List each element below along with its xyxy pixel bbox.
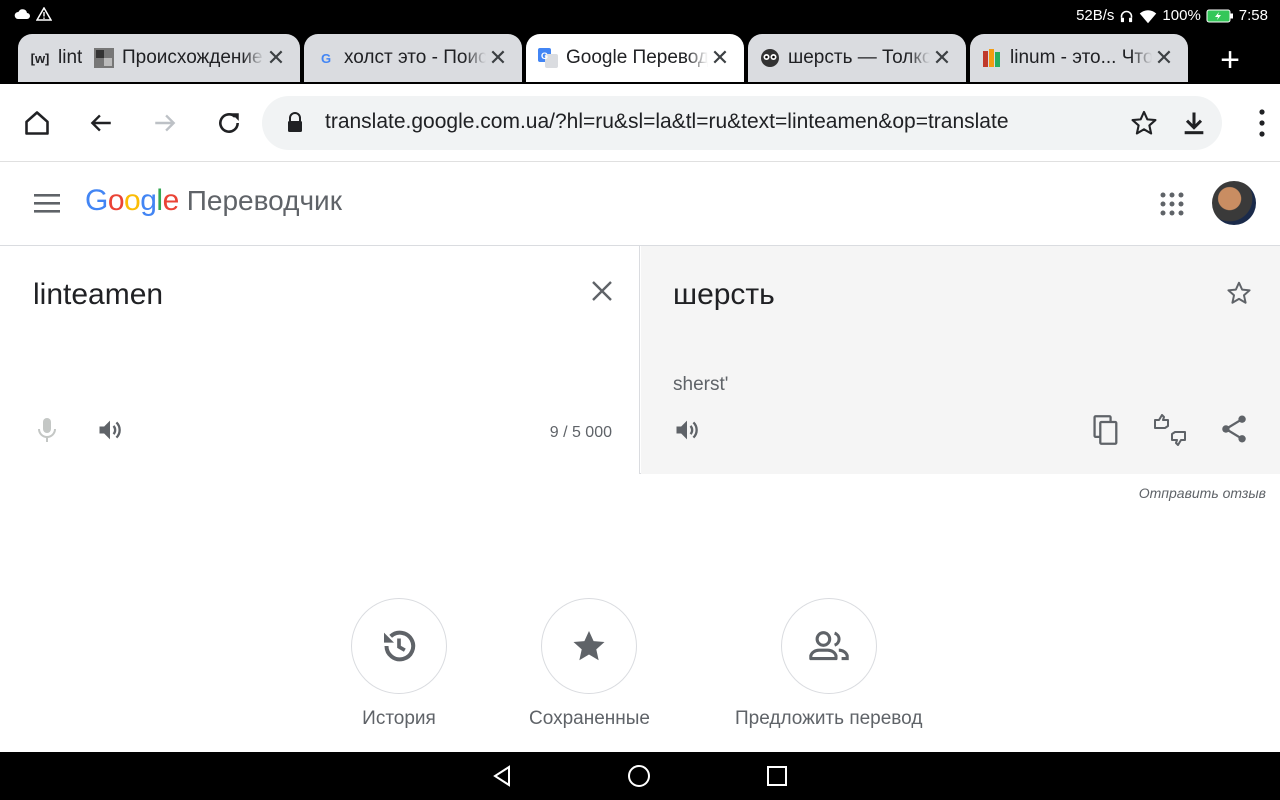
target-panel: шерсть sherst' [641, 246, 1280, 474]
tab-6[interactable]: linum - это... Что ✕ [970, 34, 1188, 82]
suggest-translation-button[interactable] [780, 598, 877, 694]
headphones-icon [1121, 10, 1133, 22]
owl-favicon-icon [760, 48, 780, 68]
close-tab-icon[interactable]: ✕ [264, 45, 288, 71]
status-left [14, 7, 52, 21]
tab-title: Google Переводчик [566, 47, 708, 68]
send-feedback-link[interactable]: Отправить отзыв [1139, 485, 1266, 501]
reload-button[interactable] [209, 103, 249, 143]
bookmark-star-icon[interactable] [1130, 109, 1158, 137]
tab-2[interactable]: Происхождение ✕ [82, 34, 300, 82]
close-tab-icon[interactable]: ✕ [708, 45, 732, 71]
app-header: Google Переводчик [0, 162, 1280, 246]
source-text-input[interactable]: linteamen [33, 278, 163, 312]
saved-label: Сохраненные [529, 708, 650, 729]
source-panel: linteamen 9 / 5 000 [0, 246, 640, 474]
history-shortcut[interactable]: История [351, 598, 447, 730]
tab-title: Происхождение [122, 47, 263, 68]
svg-text:G: G [541, 51, 548, 61]
tab-title: холст это - Поиск [344, 47, 486, 68]
warning-icon [36, 7, 52, 21]
more-menu-icon[interactable] [1258, 104, 1266, 142]
account-avatar[interactable] [1212, 181, 1256, 225]
net-speed: 52B/s [1076, 7, 1115, 24]
status-bar: 52B/s 100% 7:58 [0, 0, 1280, 32]
wiki-favicon-icon: [w] [30, 50, 50, 66]
forward-button[interactable] [145, 103, 185, 143]
home-button[interactable] [17, 103, 57, 143]
clear-source-icon[interactable] [591, 280, 613, 302]
suggest-translation-shortcut[interactable]: Предложить перевод [735, 598, 922, 730]
back-arrow-icon [90, 114, 111, 132]
home-icon [25, 111, 49, 135]
translated-text: шерсть [673, 278, 775, 311]
saved-shortcut[interactable]: Сохраненные [529, 598, 650, 730]
listen-translation-icon[interactable] [673, 416, 701, 444]
forward-arrow-icon [155, 114, 176, 132]
listen-source-icon[interactable] [96, 416, 124, 444]
microphone-icon[interactable] [34, 416, 60, 444]
battery-level: 100% [1162, 7, 1201, 24]
history-icon [384, 630, 416, 662]
nav-home-icon[interactable] [627, 764, 651, 788]
tab-5[interactable]: шерсть — Толковый ✕ [748, 34, 966, 82]
tab-3[interactable]: G холст это - Поиск ✕ [304, 34, 522, 82]
wifi-icon [1140, 9, 1157, 23]
nav-recents-icon[interactable] [766, 764, 788, 788]
battery-icon [1206, 9, 1233, 23]
close-tab-icon[interactable]: ✕ [1152, 45, 1176, 71]
tab-title: linum - это... Что [1010, 47, 1152, 68]
history-button[interactable] [351, 598, 447, 694]
download-icon[interactable] [1180, 109, 1208, 137]
history-label: История [362, 708, 436, 729]
android-nav-bar [0, 752, 1280, 800]
rate-translation-icon[interactable] [1153, 414, 1187, 446]
save-translation-star-icon[interactable] [1226, 280, 1252, 306]
saved-button[interactable] [541, 598, 638, 694]
translate-favicon-icon: G [538, 48, 558, 68]
google-favicon-icon: G [320, 50, 332, 66]
apps-grid-icon[interactable] [1160, 192, 1184, 216]
suggest-translation-label: Предложить перевод [735, 708, 923, 729]
lock-icon [288, 112, 302, 132]
product-name: Переводчик [186, 185, 342, 216]
share-icon[interactable] [1220, 414, 1248, 444]
star-icon [573, 630, 606, 661]
clock: 7:58 [1238, 7, 1268, 24]
close-tab-icon[interactable]: ✕ [486, 45, 510, 71]
address-bar[interactable]: translate.google.com.ua/?hl=ru&sl=la&tl=… [262, 96, 1222, 150]
google-wordmark: Google [85, 184, 179, 217]
new-tab-button[interactable]: + [1220, 40, 1240, 80]
browser-toolbar: translate.google.com.ua/?hl=ru&sl=la&tl=… [0, 84, 1280, 162]
transliteration: sherst' [673, 374, 729, 395]
cloud-icon [14, 9, 30, 19]
nav-back-icon[interactable] [490, 764, 514, 788]
tab-title: шерсть — Толковый [788, 47, 930, 68]
tab-4-active[interactable]: G Google Переводчик ✕ [526, 34, 744, 82]
tab-strip: [w] linteamen Происхождение ✕ G холст эт… [0, 32, 1280, 84]
close-tab-icon[interactable]: ✕ [930, 45, 954, 71]
status-right: 52B/s 100% 7:58 [1076, 7, 1268, 25]
character-counter: 9 / 5 000 [549, 424, 612, 441]
google-translate-logo[interactable]: Google Переводчик [85, 184, 342, 218]
hamburger-menu-icon[interactable] [34, 192, 62, 214]
reload-icon [219, 113, 239, 133]
back-button[interactable] [81, 103, 121, 143]
copy-icon[interactable] [1092, 414, 1120, 446]
books-favicon-icon [982, 48, 1002, 68]
translation-panels: linteamen 9 / 5 000 шерсть sherst' [0, 246, 1280, 474]
url-text[interactable]: translate.google.com.ua/?hl=ru&sl=la&tl=… [325, 110, 1009, 134]
image-favicon-icon [94, 48, 114, 68]
people-icon [808, 631, 849, 661]
